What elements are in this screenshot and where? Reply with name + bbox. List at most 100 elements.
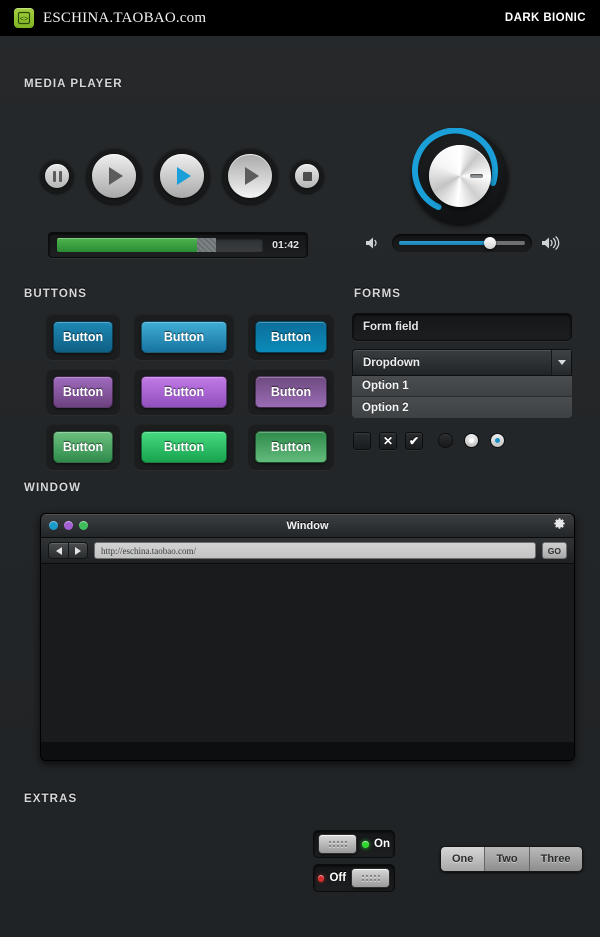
section-title-forms: FORMS — [354, 288, 402, 300]
segment-three[interactable]: Three — [529, 847, 582, 871]
checkbox-checked[interactable]: ✔ — [405, 432, 423, 450]
radio-white[interactable] — [464, 433, 479, 448]
button-cell: Button — [248, 314, 334, 360]
chevron-down-icon[interactable] — [551, 350, 571, 375]
button-green-3[interactable]: Button — [255, 431, 327, 463]
dropdown-options-list[interactable]: Option 1 Option 2 — [352, 376, 572, 418]
media-player-controls — [40, 148, 324, 204]
window-controls — [49, 521, 88, 530]
button-cell: Button — [248, 369, 334, 415]
buttons-grid: Button Button Button Button Button Button Butt… — [46, 314, 334, 479]
section-title-extras: EXTRAS — [24, 793, 78, 805]
button-blue-2[interactable]: Button — [141, 321, 227, 353]
svg-text:<>: <> — [20, 16, 28, 24]
toggle-label-on: On — [374, 838, 390, 850]
cross-icon: ✕ — [382, 434, 394, 448]
radio-blue[interactable] — [490, 433, 505, 448]
volume-track[interactable] — [399, 237, 525, 249]
button-blue-3[interactable]: Button — [255, 321, 327, 353]
segment-two[interactable]: Two — [485, 847, 530, 871]
button-cell: Button — [134, 369, 234, 415]
volume-handle[interactable] — [483, 237, 496, 249]
stop-icon — [295, 164, 319, 188]
button-blue-1[interactable]: Button — [53, 321, 113, 353]
status-led-on — [362, 840, 370, 848]
nav-buttons — [48, 542, 88, 559]
window-toolbar: http://eschina.taobao.com/ GO — [41, 538, 574, 564]
button-row-purple: Button Button Button — [46, 369, 334, 415]
window-titlebar[interactable]: Window — [41, 514, 574, 538]
progress-fill — [57, 238, 198, 252]
dropdown-option-2[interactable]: Option 2 — [352, 397, 572, 418]
stop-button[interactable] — [290, 159, 324, 193]
top-bar: <> ESCHINA.TAOBAO.com DARK BIONIC — [0, 0, 600, 36]
play-icon — [92, 154, 136, 198]
radio-group — [438, 433, 505, 448]
radio-empty[interactable] — [438, 433, 453, 448]
segmented-control[interactable]: One Two Three — [440, 846, 583, 872]
arrow-right-icon[interactable] — [68, 542, 88, 559]
window-dot-close[interactable] — [49, 521, 58, 530]
status-led-off — [318, 874, 325, 882]
button-green-1[interactable]: Button — [53, 431, 113, 463]
dropdown-header[interactable]: Dropdown — [352, 349, 572, 376]
pause-button[interactable] — [40, 159, 74, 193]
toggle-label-off: Off — [329, 872, 347, 884]
playback-time: 01:42 — [272, 239, 299, 251]
go-button[interactable]: GO — [541, 542, 567, 559]
toggle-handle[interactable] — [318, 834, 358, 854]
play-button-active[interactable] — [154, 148, 210, 204]
button-row-blue: Button Button Button — [46, 314, 334, 360]
knob-cap — [429, 145, 491, 207]
volume-knob[interactable] — [412, 128, 508, 224]
code-frame-icon: <> — [14, 8, 34, 28]
theme-name: DARK BIONIC — [504, 12, 586, 24]
url-input[interactable]: http://eschina.taobao.com/ — [94, 542, 536, 559]
checkbox-empty[interactable] — [353, 432, 371, 450]
button-purple-3[interactable]: Button — [255, 376, 327, 408]
play-button[interactable] — [86, 148, 142, 204]
section-title-media-player: MEDIA PLAYER — [24, 78, 123, 90]
button-purple-1[interactable]: Button — [53, 376, 113, 408]
progress-track[interactable] — [57, 238, 264, 252]
play-icon-blue — [160, 154, 204, 198]
dropdown[interactable]: Dropdown Option 1 Option 2 — [352, 349, 572, 418]
play-button-pressed[interactable] — [222, 148, 278, 204]
section-title-buttons: BUTTONS — [24, 288, 88, 300]
checkbox-cross[interactable]: ✕ — [379, 432, 397, 450]
progress-buffer — [197, 238, 216, 252]
button-cell: Button — [46, 369, 120, 415]
radio-dot — [469, 438, 474, 443]
window-dot-minimize[interactable] — [64, 521, 73, 530]
button-purple-2[interactable]: Button — [141, 376, 227, 408]
window-title: Window — [286, 519, 329, 532]
speaker-low-icon[interactable] — [366, 236, 382, 250]
browser-window: Window http://eschina.taobao.com/ GO — [40, 513, 575, 761]
knob-indicator — [470, 174, 483, 178]
pause-icon — [45, 164, 69, 188]
button-green-2[interactable]: Button — [141, 431, 227, 463]
volume-slider-row — [366, 234, 560, 252]
check-icon: ✔ — [408, 434, 420, 448]
dropdown-option-1[interactable]: Option 1 — [352, 376, 572, 397]
segment-one[interactable]: One — [441, 847, 486, 871]
speaker-high-icon[interactable] — [542, 236, 560, 250]
gear-icon[interactable] — [553, 517, 566, 535]
toggle-handle[interactable] — [351, 868, 390, 888]
volume-slider[interactable] — [392, 234, 532, 252]
playback-progress-bar[interactable]: 01:42 — [48, 232, 308, 258]
window-content-area[interactable] — [41, 564, 574, 742]
arrow-left-icon[interactable] — [48, 542, 68, 559]
form-field-input[interactable]: Form field — [352, 313, 572, 341]
toggle-off[interactable]: Off — [313, 864, 395, 892]
button-cell: Button — [134, 314, 234, 360]
dropdown-selected-label: Dropdown — [363, 356, 420, 369]
toggle-on[interactable]: On — [313, 830, 395, 858]
button-cell: Button — [134, 424, 234, 470]
volume-fill — [399, 241, 490, 245]
section-title-window: WINDOW — [24, 482, 82, 494]
button-row-green: Button Button Button — [46, 424, 334, 470]
brand-title: ESCHINA.TAOBAO.com — [43, 9, 207, 26]
window-dot-zoom[interactable] — [79, 521, 88, 530]
window-statusbar — [41, 742, 574, 760]
